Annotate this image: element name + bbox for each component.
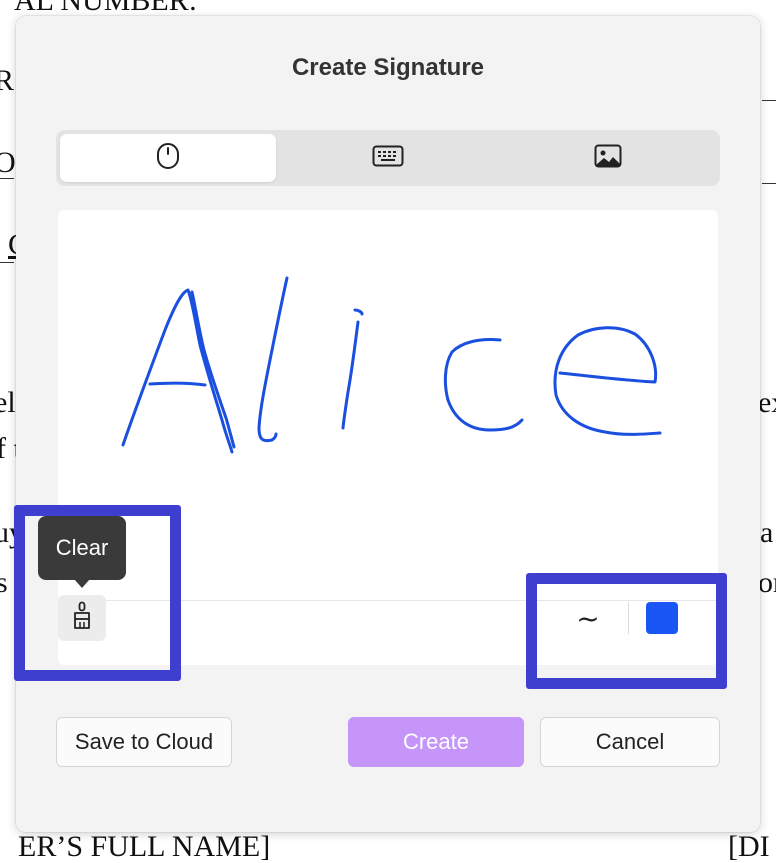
create-button[interactable]: Create xyxy=(348,717,524,767)
clear-tooltip: Clear xyxy=(38,516,126,580)
signature-stroke xyxy=(443,338,524,432)
stroke-style-button[interactable]: ~ xyxy=(566,598,610,638)
signature-stroke xyxy=(353,308,364,316)
tooltip-tail xyxy=(74,579,90,588)
ink-color-swatch[interactable] xyxy=(646,602,678,634)
save-to-cloud-button[interactable]: Save to Cloud xyxy=(56,717,232,767)
cancel-button[interactable]: Cancel xyxy=(540,717,720,767)
toolbar-separator xyxy=(628,602,629,634)
signature-stroke xyxy=(341,320,360,430)
signature-stroke xyxy=(553,326,662,436)
signature-stroke xyxy=(121,288,234,454)
signature-stroke xyxy=(148,381,207,387)
clear-button[interactable] xyxy=(58,595,106,641)
signature-stroke xyxy=(257,276,289,443)
brush-icon xyxy=(71,601,93,636)
signature-stroke xyxy=(190,290,236,449)
stroke-glyph: ~ xyxy=(576,601,600,635)
